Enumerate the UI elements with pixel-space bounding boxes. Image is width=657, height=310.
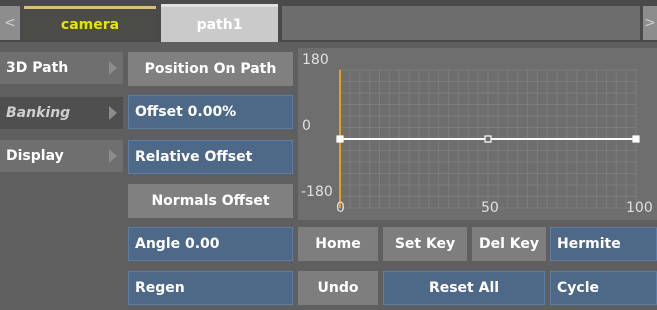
tab-camera[interactable]: camera [24,6,156,40]
menu-item-3d-path[interactable]: 3D Path [0,52,123,84]
undo-button[interactable]: Undo [298,271,378,305]
extrapolation-cycle-dropdown[interactable]: Cycle [550,271,657,305]
del-key-button[interactable]: Del Key [472,227,546,261]
angle-field[interactable]: Angle 0.00 [128,227,293,261]
home-button[interactable]: Home [298,227,378,261]
banking-curve-graph[interactable] [298,48,657,220]
normals-offset-button[interactable]: Normals Offset [128,184,293,218]
relative-offset-toggle[interactable]: Relative Offset [128,140,293,174]
interpolation-hermite-dropdown[interactable]: Hermite [550,227,657,261]
triangle-right-icon [109,61,117,75]
offset-field[interactable]: Offset 0.00% [128,95,293,129]
banking-curve-svg[interactable] [298,48,657,220]
x-tick-label: 0 [336,200,345,216]
tab-scroll-left-button[interactable]: < [0,6,20,40]
menu-item-label: 3D Path [6,60,69,76]
keyframe-point [632,135,640,143]
triangle-right-icon [109,106,117,120]
set-key-button[interactable]: Set Key [383,227,467,261]
tab-strip-filler [282,6,640,40]
tab-path1[interactable]: path1 [161,4,278,42]
menu-item-label: Display [6,148,64,164]
tab-scroll-right-button[interactable]: > [643,6,657,40]
y-axis-max-label: 180 [302,52,329,68]
triangle-right-icon [109,149,117,163]
keyframe-point [336,135,344,143]
menu-item-label: Banking [6,105,71,121]
x-tick-label: 50 [481,200,499,216]
regen-button[interactable]: Regen [128,271,293,305]
position-on-path-button[interactable]: Position On Path [128,52,293,86]
menu-item-banking[interactable]: Banking [0,97,123,129]
menu-item-display[interactable]: Display [0,140,123,172]
keyframe-point [484,135,492,143]
y-axis-zero-label: 0 [302,118,311,134]
y-axis-min-label: -180 [301,184,333,200]
x-tick-label: 100 [626,200,653,216]
reset-all-button[interactable]: Reset All [383,271,545,305]
